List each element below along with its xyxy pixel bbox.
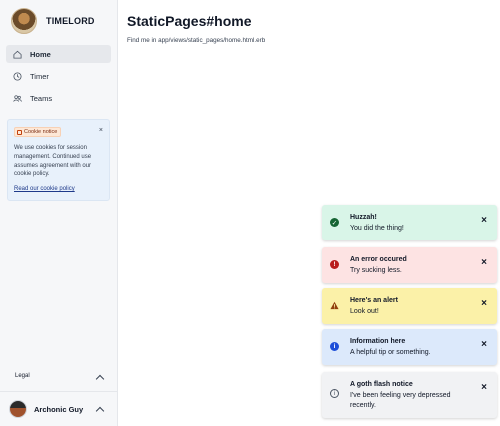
sidebar-item-timer[interactable]: Timer bbox=[6, 67, 111, 85]
alert-circle-icon: ! bbox=[330, 260, 339, 269]
toast-close-button[interactable]: × bbox=[481, 298, 487, 309]
sidebar: TIMELORD Home Timer Teams Cookie notice … bbox=[0, 0, 118, 426]
info-circle-icon: i bbox=[330, 342, 339, 351]
cookie-notice-text: We use cookies for session management. C… bbox=[14, 145, 92, 178]
timelord-logo bbox=[11, 8, 37, 34]
toast-close-button[interactable]: × bbox=[481, 215, 487, 226]
sidebar-item-label: Timer bbox=[30, 71, 49, 81]
toast-close-button[interactable]: × bbox=[481, 339, 487, 350]
sidebar-item-label: Teams bbox=[30, 93, 53, 103]
toast-close-button[interactable]: × bbox=[481, 382, 487, 393]
toast-message: You did the thing! bbox=[350, 225, 404, 232]
toast-message: Try sucking less. bbox=[350, 267, 402, 274]
page-title: StaticPages#home bbox=[127, 13, 252, 29]
cookie-notice-title: Cookie notice bbox=[24, 129, 58, 135]
brand[interactable]: TIMELORD bbox=[11, 8, 95, 34]
cookie-notice-badge: Cookie notice bbox=[14, 127, 62, 137]
check-circle-icon: ✓ bbox=[330, 218, 339, 227]
toast-alert: Here's an alert Look out! × bbox=[322, 288, 497, 324]
toast-message: A helpful tip or something. bbox=[350, 349, 431, 356]
page-subtitle: Find me in app/views/static_pages/home.h… bbox=[127, 37, 266, 44]
cookie-close-button[interactable]: × bbox=[99, 127, 103, 134]
sidebar-nav: Home Timer Teams bbox=[6, 45, 111, 111]
toast-info: i Information here A helpful tip or some… bbox=[322, 329, 497, 365]
cookie-notice: Cookie notice × We use cookies for sessi… bbox=[7, 119, 110, 201]
toast-error: ! An error occured Try sucking less. × bbox=[322, 247, 497, 283]
toast-title: An error occured bbox=[350, 256, 407, 263]
user-menu-chevron-up-icon[interactable] bbox=[95, 406, 105, 416]
cookie-icon bbox=[17, 129, 22, 135]
legal-chevron-up-icon[interactable] bbox=[95, 374, 105, 384]
clock-icon bbox=[13, 71, 22, 81]
toast-title: Huzzah! bbox=[350, 214, 377, 221]
sidebar-divider bbox=[0, 391, 118, 392]
user-name: Archonic Guy bbox=[34, 404, 84, 414]
toast-message: Look out! bbox=[350, 308, 379, 315]
toast-success: ✓ Huzzah! You did the thing! × bbox=[322, 205, 497, 240]
legal-label: Legal bbox=[15, 373, 30, 379]
toast-goth: i A goth flash notice I've been feeling … bbox=[322, 372, 497, 418]
info-outline-icon: i bbox=[330, 389, 339, 398]
sidebar-item-teams[interactable]: Teams bbox=[6, 89, 111, 107]
toast-close-button[interactable]: × bbox=[481, 257, 487, 268]
toast-title: Information here bbox=[350, 338, 406, 345]
user-menu[interactable]: Archonic Guy bbox=[9, 400, 83, 418]
users-icon bbox=[13, 94, 22, 102]
toast-title: Here's an alert bbox=[350, 297, 398, 304]
toast-message: I've been feeling very depressed recentl… bbox=[350, 392, 451, 409]
avatar bbox=[9, 400, 27, 418]
sidebar-item-label: Home bbox=[30, 49, 51, 59]
cookie-policy-link[interactable]: Read our cookie policy bbox=[14, 186, 75, 192]
warning-triangle-icon bbox=[330, 301, 339, 310]
home-icon bbox=[13, 50, 22, 59]
brand-name: TIMELORD bbox=[46, 16, 95, 26]
sidebar-item-home[interactable]: Home bbox=[6, 45, 111, 63]
toast-title: A goth flash notice bbox=[350, 381, 413, 388]
